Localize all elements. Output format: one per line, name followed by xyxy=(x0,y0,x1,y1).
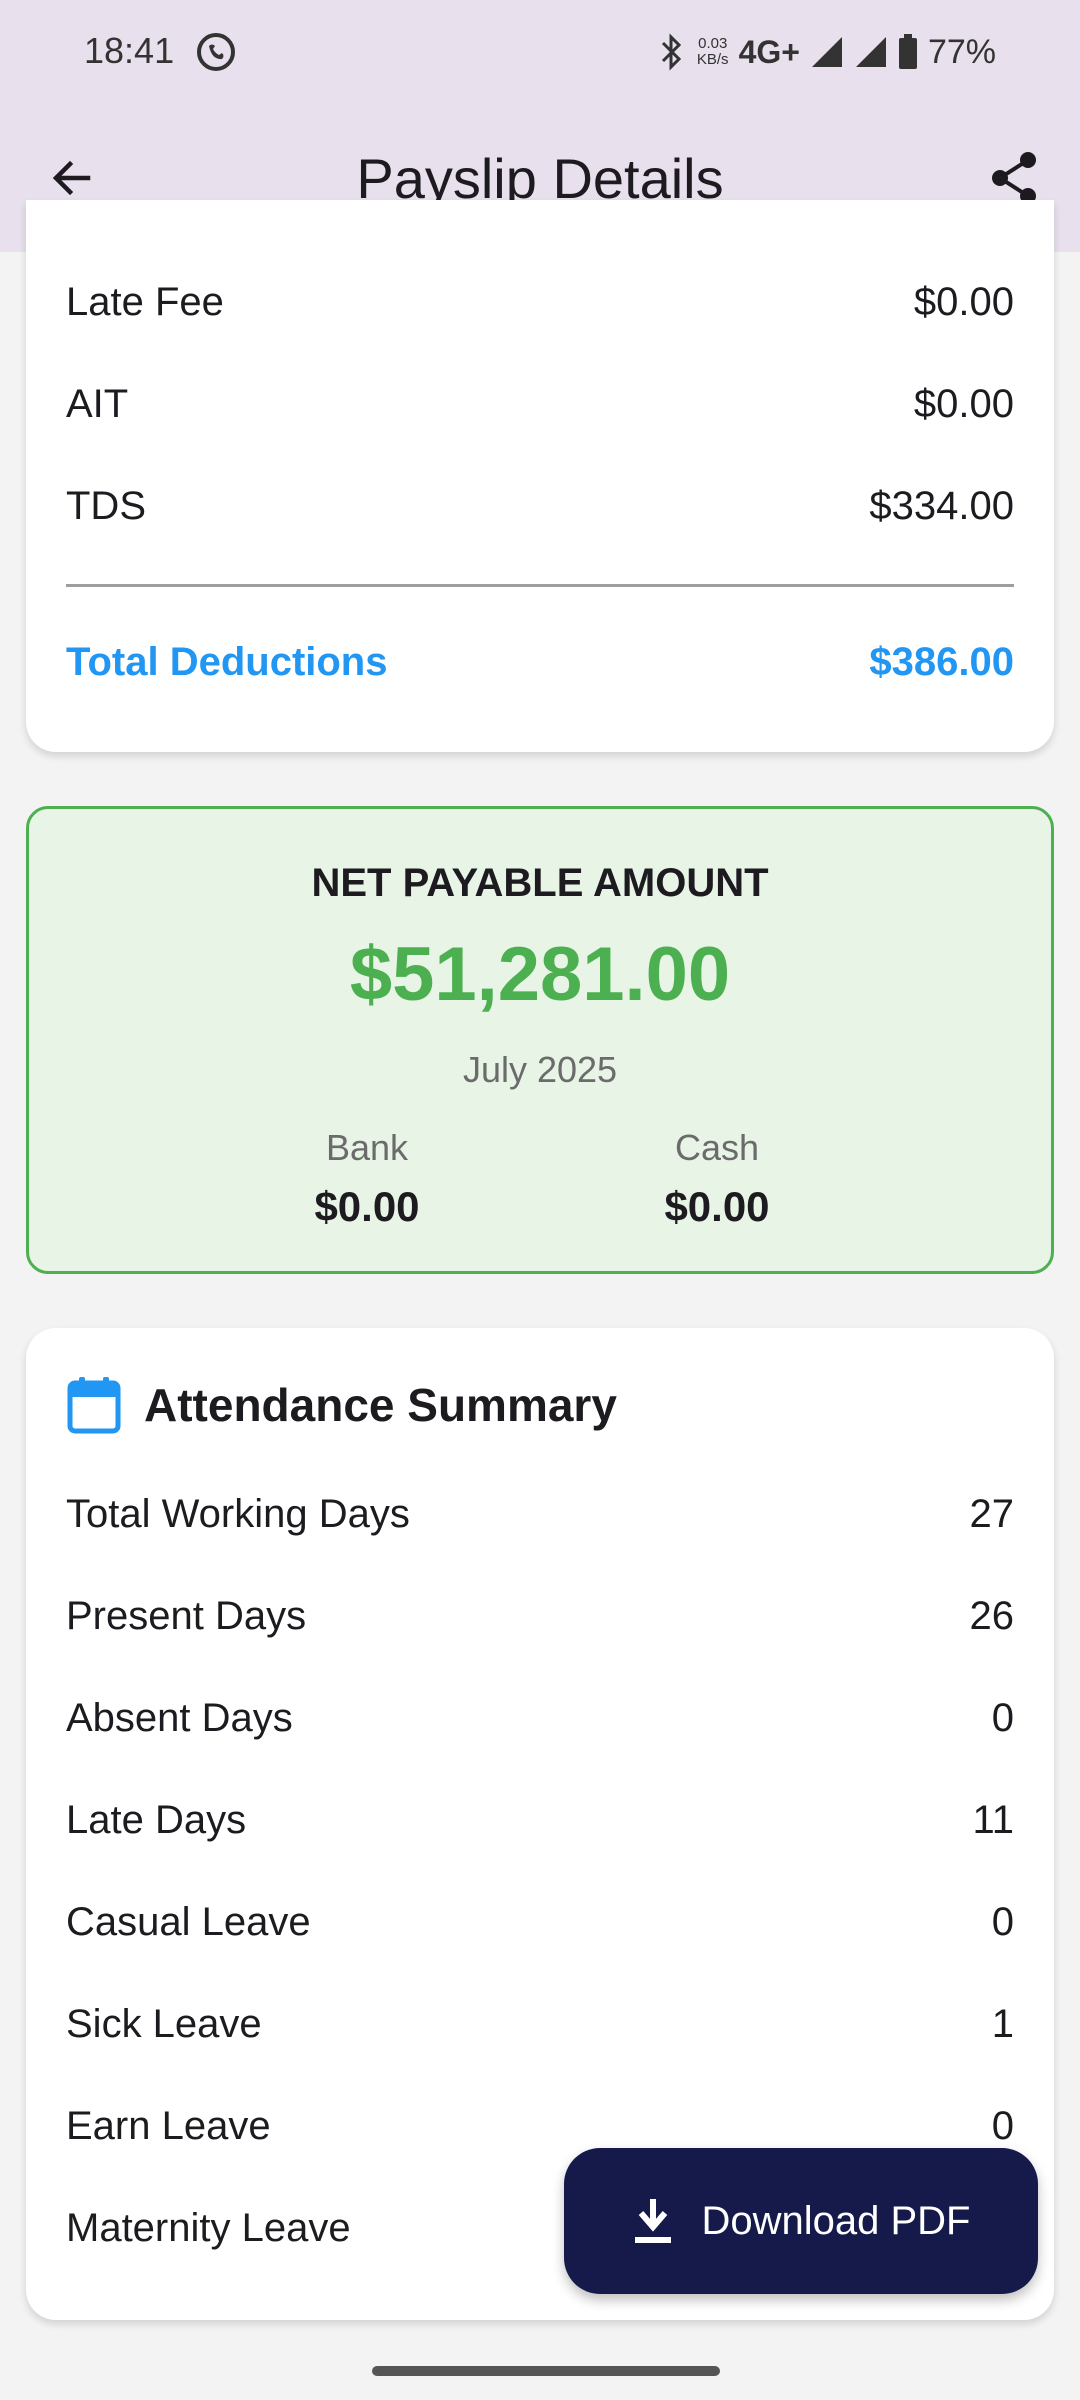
attendance-label: Earn Leave xyxy=(66,2103,271,2148)
status-bar: 18:41 0.03 KB/s 4G+ 77% xyxy=(0,0,1080,104)
attendance-row: Earn Leave 0 xyxy=(66,2096,1014,2156)
attendance-row: Casual Leave 0 xyxy=(66,1892,1014,1952)
attendance-label: Casual Leave xyxy=(66,1899,311,1944)
signal-icon xyxy=(855,37,886,67)
net-payable-period: July 2025 xyxy=(462,1049,618,1090)
deduction-label: AIT xyxy=(66,381,129,426)
net-speed-unit: KB/s xyxy=(696,51,729,68)
deduction-label: TDS xyxy=(66,483,146,528)
share-button[interactable] xyxy=(984,148,1044,208)
net-payable-label: NET PAYABLE AMOUNT xyxy=(311,861,769,905)
calendar-icon xyxy=(67,1377,121,1434)
download-icon xyxy=(635,2199,672,2243)
status-icons: 0.03 KB/s 4G+ 77% xyxy=(657,28,996,76)
attendance-label: Present Days xyxy=(66,1593,307,1638)
cash-breakdown: Cash $0.00 xyxy=(567,1127,867,1231)
total-deductions-value: $386.00 xyxy=(869,639,1014,684)
signal-icon xyxy=(811,37,842,67)
attendance-label: Absent Days xyxy=(66,1695,293,1740)
attendance-row: Absent Days 0 xyxy=(66,1688,1014,1748)
vpn-icon xyxy=(197,33,235,71)
share-icon xyxy=(992,152,1036,204)
battery-icon xyxy=(898,34,917,69)
attendance-value: 27 xyxy=(969,1491,1015,1536)
deductions-card: Late Fee $0.00 AIT $0.00 TDS $334.00 Tot… xyxy=(26,200,1054,752)
attendance-label: Late Days xyxy=(66,1797,247,1842)
attendance-value: 1 xyxy=(991,2001,1014,2046)
deduction-value: $0.00 xyxy=(913,381,1014,426)
total-deductions-row: Total Deductions $386.00 xyxy=(66,632,1014,692)
net-speed-value: 0.03 xyxy=(698,35,728,52)
cash-value: $0.00 xyxy=(664,1183,770,1230)
download-pdf-label: Download PDF xyxy=(701,2198,971,2243)
network-type: 4G+ xyxy=(738,33,800,70)
deduction-label: Late Fee xyxy=(66,279,224,324)
deduction-row: TDS $334.00 xyxy=(66,476,1014,536)
bank-value: $0.00 xyxy=(314,1183,420,1230)
divider xyxy=(66,584,1014,587)
attendance-value: 0 xyxy=(991,1899,1014,1944)
attendance-value: 26 xyxy=(969,1593,1015,1638)
attendance-row: Present Days 26 xyxy=(66,1586,1014,1646)
attendance-title: Attendance Summary xyxy=(144,1379,617,1431)
deduction-row: Late Fee $0.00 xyxy=(66,272,1014,332)
bank-label: Bank xyxy=(325,1127,409,1168)
attendance-row: Late Days 11 xyxy=(66,1790,1014,1850)
net-speed: 0.03 KB/s xyxy=(697,36,729,68)
attendance-header: Attendance Summary xyxy=(66,1370,617,1440)
deduction-value: $0.00 xyxy=(913,279,1014,324)
bluetooth-icon xyxy=(661,33,681,71)
attendance-row: Total Working Days 27 xyxy=(66,1484,1014,1544)
deduction-value: $334.00 xyxy=(869,483,1014,528)
home-indicator[interactable] xyxy=(372,2366,720,2376)
attendance-value: 0 xyxy=(991,2103,1014,2148)
attendance-value: 11 xyxy=(972,1797,1014,1842)
bank-breakdown: Bank $0.00 xyxy=(217,1127,517,1231)
total-deductions-label: Total Deductions xyxy=(66,639,388,684)
download-pdf-button[interactable]: Download PDF xyxy=(564,2148,1038,2294)
net-payable-card: NET PAYABLE AMOUNT $51,281.00 July 2025 … xyxy=(26,806,1054,1274)
cash-label: Cash xyxy=(674,1127,760,1168)
status-time: 18:41 xyxy=(84,30,175,71)
net-payable-amount: $51,281.00 xyxy=(349,932,731,1017)
battery-percent: 77% xyxy=(927,32,996,71)
deduction-row: AIT $0.00 xyxy=(66,374,1014,434)
attendance-label: Sick Leave xyxy=(66,2001,262,2046)
attendance-value: 0 xyxy=(991,1695,1014,1740)
attendance-label: Maternity Leave xyxy=(66,2205,351,2250)
attendance-label: Total Working Days xyxy=(66,1491,410,1536)
attendance-row: Sick Leave 1 xyxy=(66,1994,1014,2054)
